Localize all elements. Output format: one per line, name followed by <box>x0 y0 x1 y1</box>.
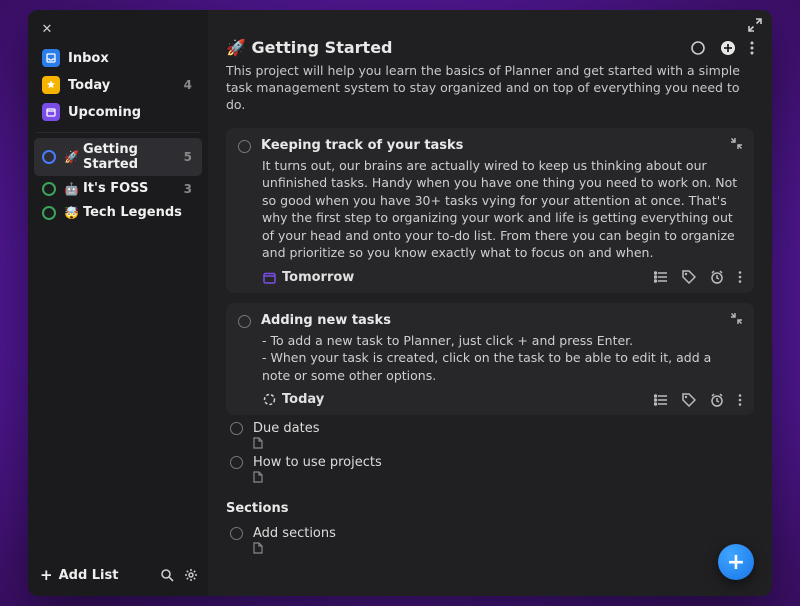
project-count: 3 <box>184 182 194 196</box>
due-icon <box>262 393 276 407</box>
project-label: It's FOSS <box>83 181 184 196</box>
task-checkbox[interactable] <box>238 140 251 153</box>
project-emoji: 🤖 <box>64 182 79 196</box>
project-description: This project will help you learn the bas… <box>226 63 754 114</box>
inbox-icon <box>42 49 60 67</box>
nav-item-inbox[interactable]: Inbox <box>34 45 202 71</box>
project-color-circle <box>42 206 56 220</box>
note-icon <box>253 471 754 483</box>
tag-icon[interactable] <box>682 270 696 284</box>
fab-add-button[interactable]: + <box>718 544 754 580</box>
task-checkbox[interactable] <box>230 527 243 540</box>
header-actions <box>690 40 754 56</box>
sidebar-item-project[interactable]: 🚀 Getting Started 5 <box>34 138 202 176</box>
project-count: 5 <box>184 150 194 164</box>
sections-container: Sections Add sections <box>226 483 754 554</box>
main-panel: 🚀 Getting Started This project will help… <box>208 10 772 596</box>
task-title: Keeping track of your tasks <box>261 138 731 153</box>
calendar-icon <box>42 103 60 121</box>
more-icon[interactable] <box>738 393 742 407</box>
due-label: Tomorrow <box>282 270 354 285</box>
nav-section: Inbox Today 4 Upcoming <box>28 44 208 126</box>
add-list-button[interactable]: + Add List <box>40 566 150 584</box>
task-title: Add sections <box>253 526 336 541</box>
nav-label: Today <box>68 78 184 93</box>
due-label: Today <box>282 392 324 407</box>
sidebar-item-project[interactable]: 🤯 Tech Legends <box>34 201 202 224</box>
task-row[interactable]: Add sections <box>226 522 754 541</box>
note-icon <box>253 542 754 554</box>
note-icon <box>253 437 754 449</box>
star-icon <box>42 76 60 94</box>
projects-section: 🚀 Getting Started 5 🤖 It's FOSS 3 🤯 Tech… <box>28 137 208 225</box>
nav-item-today[interactable]: Today 4 <box>34 72 202 98</box>
add-list-label: Add List <box>59 568 119 583</box>
gear-icon[interactable] <box>184 568 198 582</box>
list-icon[interactable] <box>654 393 668 407</box>
task-card[interactable]: Keeping track of your tasks It turns out… <box>226 128 754 293</box>
task-actions <box>654 270 742 284</box>
section-title: Sections <box>226 501 754 516</box>
title-text: Getting Started <box>252 38 393 57</box>
more-icon[interactable] <box>738 270 742 284</box>
nav-label: Inbox <box>68 51 194 66</box>
nav-count: 4 <box>184 78 194 92</box>
add-task-icon[interactable] <box>720 40 736 56</box>
close-icon[interactable]: ✕ <box>38 20 56 38</box>
task-title: Due dates <box>253 421 319 436</box>
task-actions <box>654 393 742 407</box>
title-emoji: 🚀 <box>226 38 246 57</box>
more-icon[interactable] <box>750 40 754 56</box>
sidebar-item-project[interactable]: 🤖 It's FOSS 3 <box>34 177 202 200</box>
plus-icon: + <box>40 566 53 584</box>
task-checkbox[interactable] <box>238 315 251 328</box>
sidebar: ✕ Inbox Today 4 Upcoming <box>28 10 208 596</box>
expand-icon[interactable] <box>748 18 762 32</box>
nav-label: Upcoming <box>68 105 194 120</box>
app-window: ✕ Inbox Today 4 Upcoming <box>28 10 772 596</box>
collapse-icon[interactable] <box>731 313 742 324</box>
search-icon[interactable] <box>160 568 174 582</box>
simple-tasks: Due dates How to use projects <box>226 415 754 483</box>
task-checkbox[interactable] <box>230 456 243 469</box>
divider <box>36 132 200 133</box>
task-card[interactable]: Adding new tasks - To add a new task to … <box>226 303 754 416</box>
list-icon[interactable] <box>654 270 668 284</box>
task-row[interactable]: How to use projects <box>226 451 754 470</box>
project-color-circle <box>42 150 56 164</box>
project-emoji: 🤯 <box>64 206 79 220</box>
task-title: How to use projects <box>253 455 382 470</box>
collapse-icon[interactable] <box>731 138 742 149</box>
alarm-icon[interactable] <box>710 270 724 284</box>
alarm-icon[interactable] <box>710 393 724 407</box>
task-row[interactable]: Due dates <box>226 417 754 436</box>
task-title: Adding new tasks <box>261 313 731 328</box>
project-label: Tech Legends <box>83 205 192 220</box>
project-header: 🚀 Getting Started <box>226 38 754 57</box>
task-checkbox[interactable] <box>230 422 243 435</box>
project-emoji: 🚀 <box>64 150 79 164</box>
sidebar-footer: + Add List <box>28 556 208 596</box>
tasks-container: Keeping track of your tasks It turns out… <box>226 128 754 416</box>
project-label: Getting Started <box>83 142 184 172</box>
tag-icon[interactable] <box>682 393 696 407</box>
page-title: 🚀 Getting Started <box>226 38 690 57</box>
due-date-chip[interactable]: Today <box>262 392 324 407</box>
due-date-chip[interactable]: Tomorrow <box>262 270 354 285</box>
nav-item-upcoming[interactable]: Upcoming <box>34 99 202 125</box>
task-body: - To add a new task to Planner, just cli… <box>262 332 742 385</box>
task-body: It turns out, our brains are actually wi… <box>262 157 742 262</box>
project-color-circle <box>42 182 56 196</box>
progress-circle-icon[interactable] <box>690 40 706 56</box>
due-icon <box>262 270 276 284</box>
